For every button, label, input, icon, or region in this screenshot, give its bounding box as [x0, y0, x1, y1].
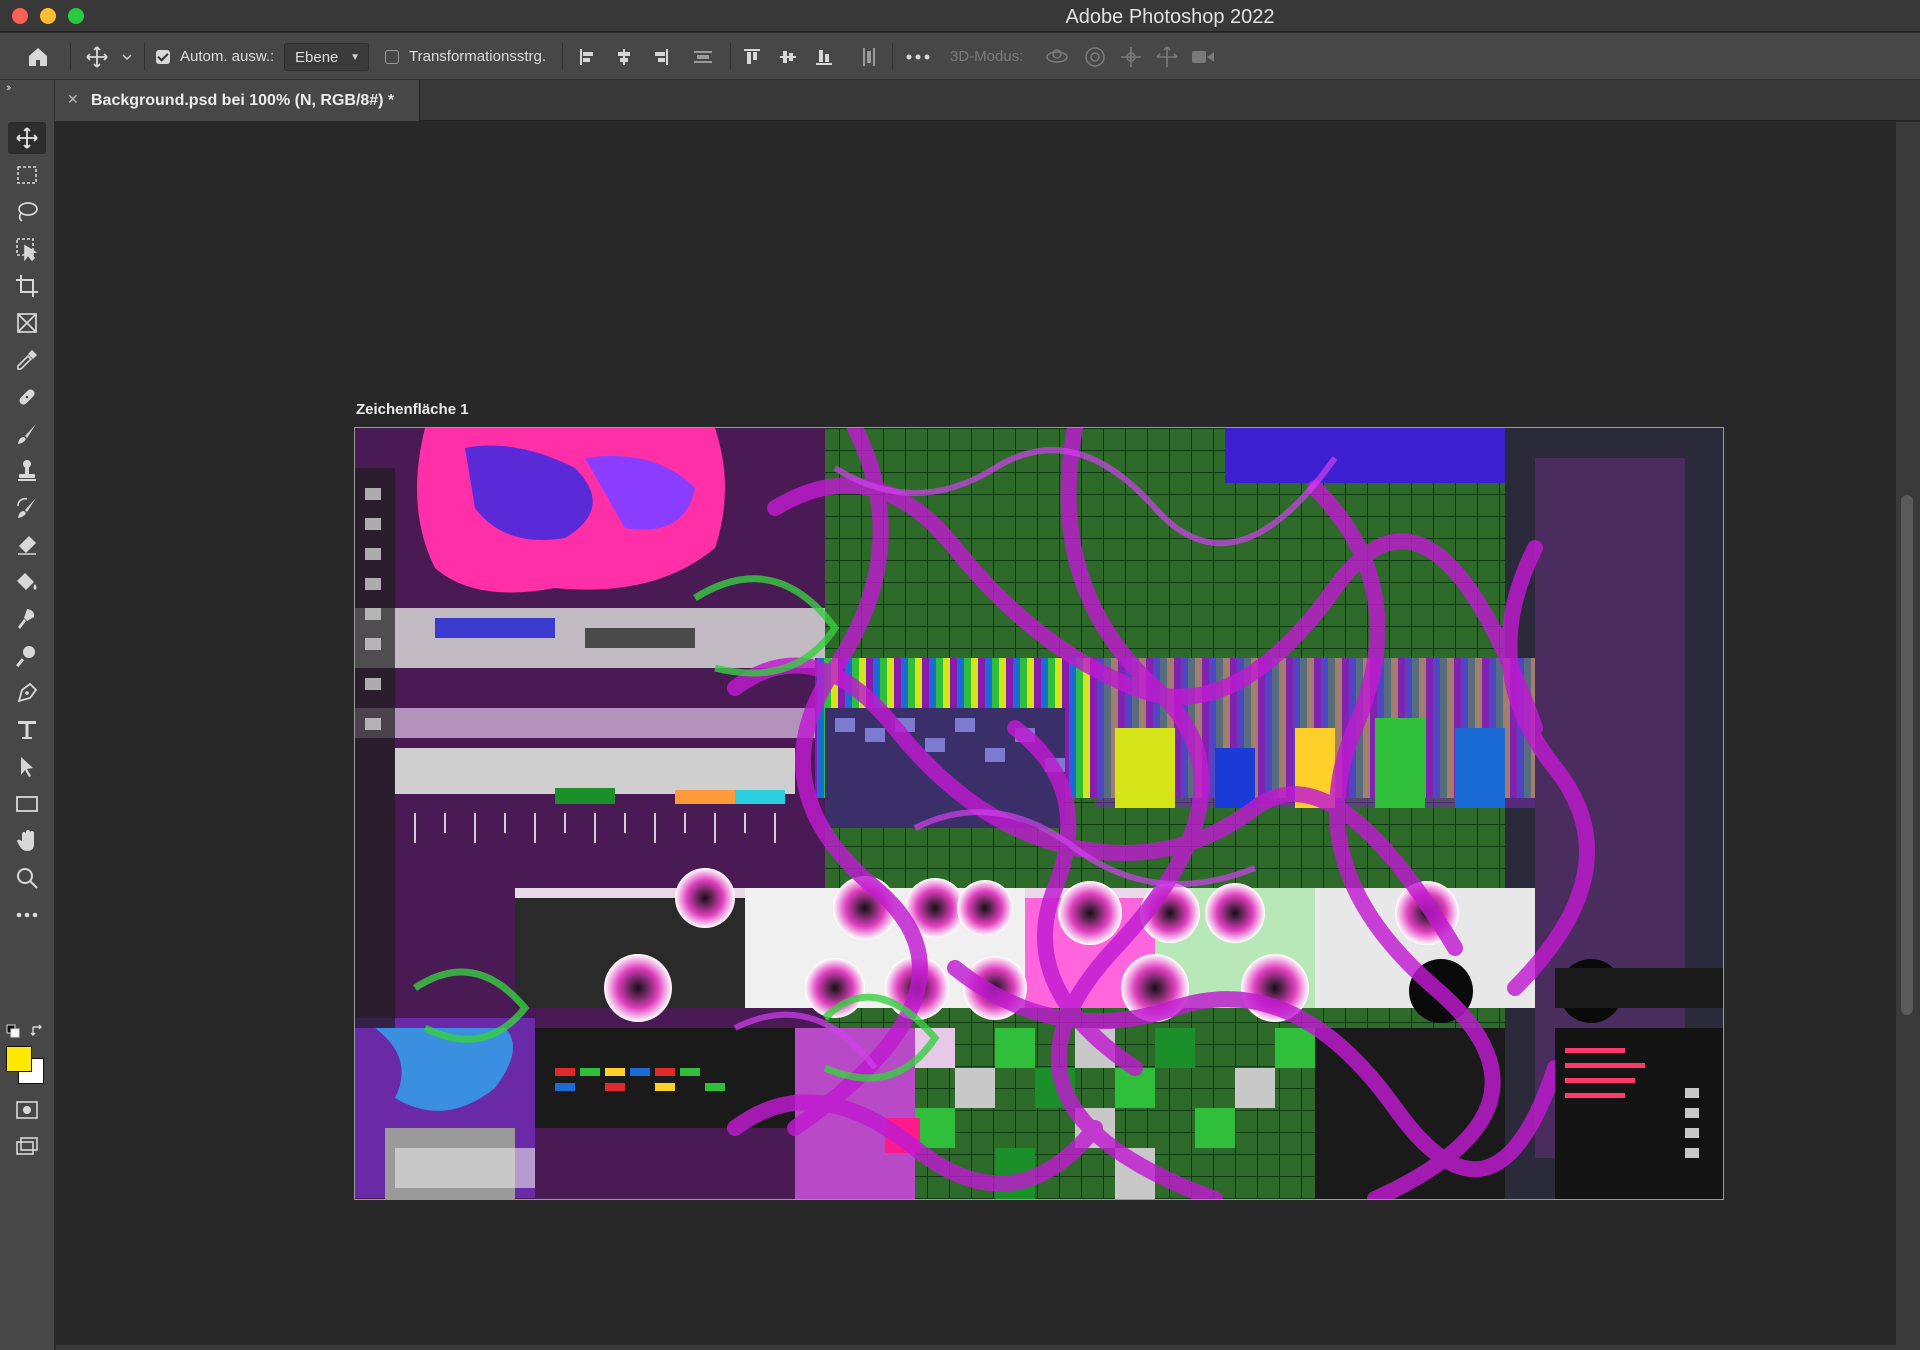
swap-colors-icon[interactable] [30, 1024, 44, 1041]
pen-tool-icon[interactable] [8, 677, 46, 709]
type-tool-icon[interactable] [8, 714, 46, 746]
quick-mask-icon[interactable] [8, 1094, 46, 1126]
auto-select-checkbox[interactable] [152, 33, 174, 80]
eraser-tool-icon[interactable] [8, 529, 46, 561]
path-select-tool-icon[interactable] [8, 751, 46, 783]
align-right-icon[interactable] [646, 33, 674, 80]
dodge-tool-icon[interactable] [8, 640, 46, 672]
object-select-tool-icon[interactable] [8, 233, 46, 265]
foreground-color-swatch[interactable] [6, 1046, 32, 1072]
document-tab-label: Background.psd bei 100% (N, RGB/8#) * [91, 92, 395, 109]
align-top-icon[interactable] [738, 33, 766, 80]
default-colors-icon[interactable] [6, 1024, 20, 1041]
eyedropper-tool-icon[interactable] [8, 344, 46, 376]
canvas-workspace[interactable]: Zeichenfläche 1 [56, 122, 1896, 1350]
transform-controls-checkbox[interactable] [381, 33, 403, 80]
auto-select-target-value: Ebene [295, 49, 339, 66]
artboard-label[interactable]: Zeichenfläche 1 [356, 401, 469, 418]
move-tool-icon[interactable] [8, 122, 46, 154]
clone-stamp-tool-icon[interactable] [8, 455, 46, 487]
healing-brush-tool-icon[interactable] [8, 381, 46, 413]
rectangle-tool-icon[interactable] [8, 788, 46, 820]
align-bottom-icon[interactable] [810, 33, 838, 80]
move-tool-preset-icon[interactable] [80, 33, 114, 80]
align-left-icon[interactable] [574, 33, 602, 80]
zoom-tool-icon[interactable] [8, 862, 46, 894]
document-tab[interactable]: ✕ Background.psd bei 100% (N, RGB/8#) * [55, 80, 420, 121]
transform-controls-label: Transformationsstrg. [409, 48, 546, 65]
auto-select-target-dropdown[interactable]: Ebene ▼ [284, 43, 369, 71]
home-icon[interactable] [20, 33, 56, 80]
frame-tool-icon[interactable] [8, 307, 46, 339]
align-vertical-center-icon[interactable] [774, 33, 802, 80]
title-bar: Adobe Photoshop 2022 [0, 0, 1920, 32]
tab-close-icon[interactable]: ✕ [67, 91, 79, 108]
options-bar: Autom. ausw.: Ebene ▼ Transformationsstr… [0, 33, 1920, 80]
distribute-vertical-icon[interactable] [856, 33, 882, 80]
glitch-artwork-image [355, 428, 1723, 1199]
mode-3d-label: 3D-Modus: [950, 48, 1024, 65]
align-horizontal-center-icon[interactable] [610, 33, 638, 80]
3d-orbit-icon[interactable] [1042, 33, 1072, 80]
hand-tool-icon[interactable] [8, 825, 46, 857]
document-tab-bar: ✕ Background.psd bei 100% (N, RGB/8#) * [55, 80, 1920, 121]
chevron-down-icon: ▼ [350, 52, 360, 63]
vertical-scrollbar-thumb[interactable] [1901, 495, 1913, 1015]
screen-mode-icon[interactable] [8, 1130, 46, 1162]
3d-slide-icon[interactable] [1152, 33, 1182, 80]
3d-roll-icon[interactable] [1080, 33, 1110, 80]
marquee-tool-icon[interactable] [8, 159, 46, 191]
3d-pan-icon[interactable] [1116, 33, 1146, 80]
tools-panel: ›› [0, 80, 55, 1350]
app-title: Adobe Photoshop 2022 [1065, 6, 1275, 28]
brush-tool-icon[interactable] [8, 418, 46, 450]
paint-bucket-tool-icon[interactable] [8, 566, 46, 598]
horizontal-scrollbar[interactable] [56, 1345, 1896, 1350]
artboard-canvas[interactable] [354, 427, 1724, 1200]
smudge-tool-icon[interactable] [8, 603, 46, 635]
3d-camera-icon[interactable] [1188, 33, 1218, 80]
more-tools-icon[interactable] [8, 899, 46, 931]
lasso-tool-icon[interactable] [8, 196, 46, 228]
history-brush-tool-icon[interactable] [8, 492, 46, 524]
crop-tool-icon[interactable] [8, 270, 46, 302]
panel-collapse-icon[interactable]: ›› [6, 82, 12, 94]
preset-chevron-down-icon[interactable] [116, 33, 138, 80]
auto-select-label: Autom. ausw.: [180, 48, 275, 65]
distribute-horizontal-icon[interactable] [688, 33, 718, 80]
more-options-icon[interactable] [900, 33, 936, 80]
